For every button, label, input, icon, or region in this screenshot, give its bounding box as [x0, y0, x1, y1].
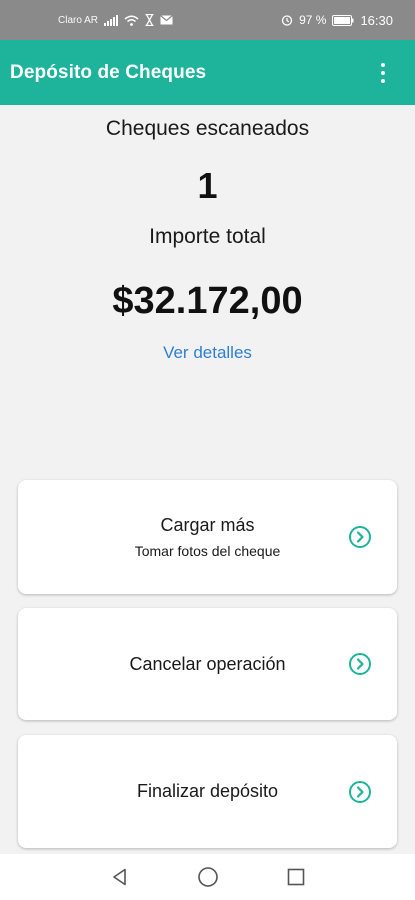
carrier-name: Claro AR	[58, 14, 99, 26]
menu-dot	[381, 78, 385, 83]
card-title: Cargar más	[160, 515, 255, 535]
load-more-card[interactable]: Cargar más Tomar fotos del cheque	[18, 480, 397, 594]
signal-icon	[104, 14, 119, 26]
chevron-right-circle-icon	[349, 653, 371, 675]
total-label: Importe total	[149, 225, 266, 248]
total-amount: $32.172,00	[112, 280, 303, 322]
card-title: Cancelar operación	[129, 653, 286, 674]
status-right: 97 % 16:30	[281, 13, 393, 28]
page-title: Depósito de Cheques	[10, 61, 207, 83]
cancel-operation-card[interactable]: Cancelar operación	[18, 608, 397, 720]
battery-percent: 97 %	[299, 13, 327, 27]
card-title: Finalizar depósito	[136, 781, 279, 801]
scanned-count: 1	[197, 165, 218, 206]
chevron-right-circle-icon	[349, 780, 371, 803]
battery-icon	[332, 14, 354, 26]
home-icon[interactable]	[194, 863, 222, 891]
menu-dot	[381, 62, 385, 67]
wifi-icon	[124, 15, 139, 26]
status-left: Claro AR	[58, 14, 173, 26]
alarm-icon	[281, 14, 293, 26]
hourglass-icon	[145, 14, 154, 26]
chevron-right-circle-icon	[349, 526, 371, 548]
status-bar: Claro AR 97 % 16:30	[0, 0, 415, 40]
view-details-link[interactable]: Ver detalles	[163, 343, 252, 362]
scanned-label: Cheques escaneados	[105, 117, 310, 140]
overflow-menu-icon[interactable]	[371, 61, 395, 85]
clock: 16:30	[360, 12, 393, 28]
card-text: Cancelar operación	[18, 608, 347, 720]
details-link-row: Ver detalles	[0, 343, 415, 363]
back-icon[interactable]	[106, 863, 134, 891]
card-subtitle: Tomar fotos del cheque	[134, 543, 281, 559]
menu-dot	[381, 70, 385, 75]
card-text: Cargar más Tomar fotos del cheque	[18, 480, 347, 594]
system-nav-bar	[0, 854, 415, 900]
finish-deposit-card[interactable]: Finalizar depósito	[18, 735, 397, 848]
recents-icon[interactable]	[282, 863, 310, 891]
app-bar: Depósito de Cheques	[0, 40, 415, 105]
mail-icon	[160, 15, 173, 25]
card-text: Finalizar depósito	[18, 735, 347, 848]
